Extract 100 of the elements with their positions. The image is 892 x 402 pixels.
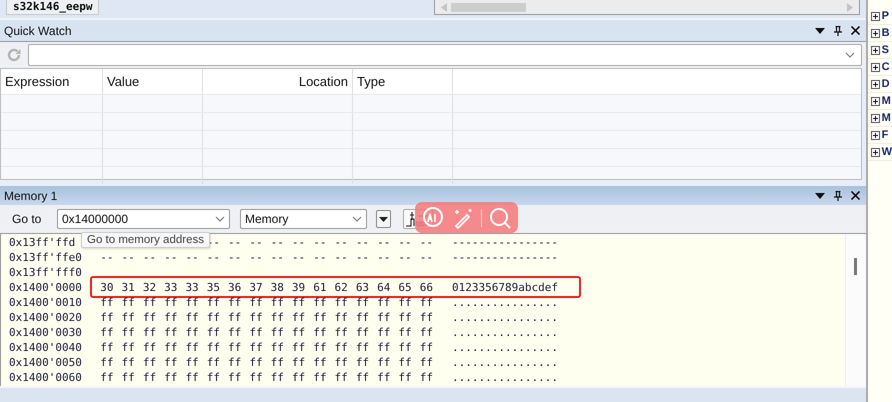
byte-value: ff — [334, 296, 348, 309]
byte-value: 33 — [164, 281, 178, 294]
scrollbar-thumb[interactable] — [854, 258, 857, 275]
byte-value: ff — [356, 356, 370, 369]
memory-space-combo[interactable]: Memory — [240, 209, 367, 229]
project-tab[interactable]: s32k146_eepw — [6, 0, 100, 15]
tree-item[interactable]: C — [868, 59, 892, 76]
ascii-text: ................ — [452, 296, 558, 309]
byte-value: -- — [270, 251, 284, 264]
byte-value: 62 — [334, 281, 348, 294]
pin-icon[interactable] — [834, 190, 842, 200]
byte-value: -- — [100, 251, 114, 264]
vertical-scrollbar[interactable] — [844, 234, 866, 386]
tree-item[interactable]: F — [868, 127, 892, 144]
byte-value: 32 — [142, 281, 156, 294]
ascii-text: ---------------- — [452, 251, 558, 264]
byte-value: -- — [420, 251, 433, 264]
byte-value: ff — [100, 341, 114, 354]
column-header[interactable]: Value — [103, 69, 203, 94]
expand-icon[interactable] — [870, 80, 880, 88]
byte-value: ff — [185, 371, 199, 384]
expand-icon[interactable] — [870, 28, 880, 38]
byte-value: ff — [122, 356, 135, 369]
byte-value: ff — [164, 356, 178, 369]
byte-value: ff — [228, 326, 242, 339]
byte-value: ff — [377, 371, 390, 384]
byte-value: ff — [420, 356, 433, 369]
ascii-text: ................ — [452, 326, 558, 339]
tree-item[interactable]: W — [868, 144, 892, 161]
byte-value: ff — [249, 356, 263, 369]
byte-value: -- — [206, 251, 220, 264]
byte-value: 30 — [100, 281, 114, 294]
expand-icon[interactable] — [870, 12, 880, 20]
tree-item[interactable]: S — [868, 42, 892, 59]
tree-item[interactable]: M — [868, 93, 892, 110]
byte-value: -- — [292, 251, 306, 264]
byte-value: ff — [398, 341, 412, 354]
address-combo[interactable]: 0x14000000 — [57, 209, 230, 229]
byte-value: ff — [100, 371, 114, 384]
dropdown-button[interactable] — [376, 210, 391, 228]
expand-icon[interactable] — [870, 96, 880, 106]
horizontal-scrollbar[interactable] — [434, 0, 860, 15]
tree-item[interactable]: B — [868, 25, 892, 42]
byte-value: ff — [206, 326, 220, 339]
column-header[interactable]: Type — [353, 69, 453, 94]
byte-value: ff — [356, 296, 370, 309]
tree-item[interactable]: M — [868, 110, 892, 127]
column-header[interactable]: Expression — [1, 69, 103, 94]
byte-value: -- — [377, 236, 390, 249]
tooltip: Go to memory address — [81, 232, 210, 248]
pane-title: Quick Watch — [4, 24, 72, 38]
expand-icon[interactable] — [870, 148, 880, 156]
close-icon[interactable] — [850, 191, 860, 200]
byte-value: ff — [122, 326, 135, 339]
byte-value: ff — [420, 371, 433, 384]
dropdown-icon[interactable] — [814, 28, 825, 34]
byte-value: -- — [228, 236, 242, 249]
byte-value: ff — [249, 371, 263, 384]
dropdown-icon[interactable] — [814, 192, 825, 198]
expand-icon[interactable] — [870, 114, 880, 122]
column-header[interactable]: Location — [203, 69, 353, 94]
byte-value: 37 — [249, 281, 263, 294]
byte-value: ff — [313, 371, 326, 384]
byte-value: ff — [270, 326, 284, 339]
expand-icon[interactable] — [870, 62, 880, 72]
tree-item[interactable]: P — [868, 8, 892, 25]
byte-value: -- — [334, 236, 348, 249]
byte-value: ff — [122, 371, 135, 384]
byte-value: ff — [313, 356, 326, 369]
byte-value: 35 — [206, 281, 220, 294]
byte-value: ff — [270, 341, 284, 354]
byte-value: 38 — [270, 281, 284, 294]
byte-value: ff — [122, 311, 135, 324]
triangle-down-icon — [379, 216, 388, 222]
byte-value: ff — [398, 326, 412, 339]
byte-value: ff — [356, 371, 370, 384]
byte-value: ff — [270, 296, 284, 309]
byte-value: -- — [398, 251, 412, 264]
scrollbar-thumb[interactable] — [450, 2, 526, 12]
byte-value: ff — [228, 341, 242, 354]
byte-value: ff — [206, 371, 220, 384]
byte-value: 63 — [356, 281, 370, 294]
byte-value: -- — [377, 251, 390, 264]
ai-chat-icon[interactable] — [421, 206, 445, 230]
byte-value: ff — [420, 311, 433, 324]
ascii-text: ---------------- — [452, 236, 558, 249]
byte-value: ff — [206, 311, 220, 324]
byte-value: ff — [334, 311, 348, 324]
tree-item[interactable]: D — [868, 76, 892, 93]
expand-icon[interactable] — [870, 46, 880, 54]
byte-value: ff — [292, 356, 306, 369]
byte-value: ff — [206, 356, 220, 369]
close-icon[interactable] — [850, 26, 860, 35]
byte-value: 64 — [377, 281, 390, 294]
memory-address: 0x1400'0000 — [8, 281, 83, 294]
byte-value: ff — [100, 326, 114, 339]
byte-value: ff — [292, 296, 306, 309]
pin-icon[interactable] — [834, 26, 842, 36]
expand-icon[interactable] — [870, 130, 880, 140]
byte-value: ff — [420, 341, 433, 354]
